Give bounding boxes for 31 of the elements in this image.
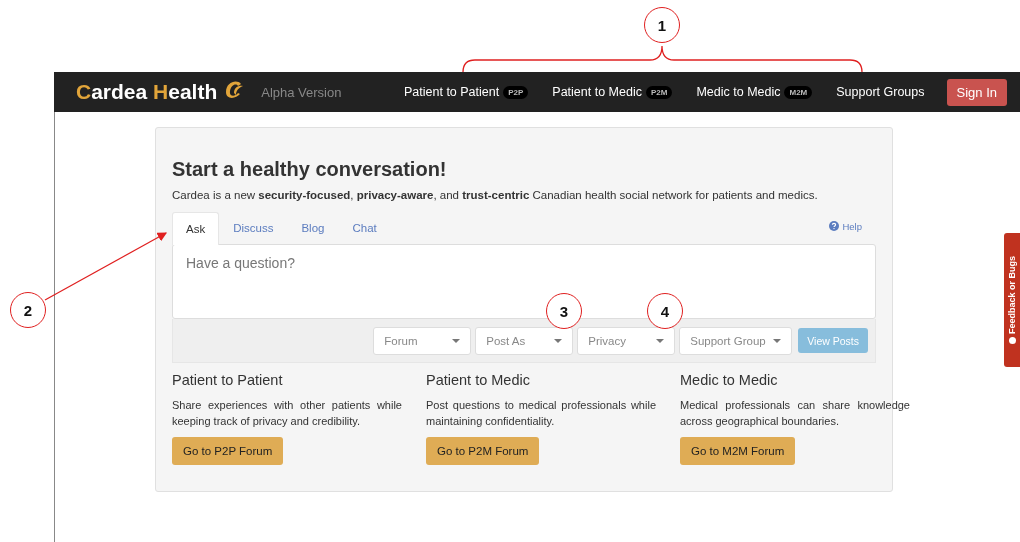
forum-button[interactable]: Go to M2M Forum	[680, 437, 796, 465]
nav-link[interactable]: Medic to Medic M2M	[684, 85, 825, 99]
nav-link[interactable]: Patient to Medic P2M	[540, 85, 685, 99]
section-description: Post questions to medical professionals while maintaining confidentiality.	[426, 398, 656, 429]
nav-link[interactable]: Support Groups	[824, 85, 937, 99]
callout-number: 1	[644, 7, 680, 43]
intro-paragraph: Cardea is a new security-focused, privacy-aware, and trust-centric Canadian health social network for patients and medics.	[172, 189, 819, 201]
help-link[interactable]: Help	[829, 220, 862, 232]
callout-number: 2	[10, 292, 46, 328]
section-heading: Patient to Patient	[172, 371, 284, 389]
version-label: Alpha Version	[261, 84, 342, 100]
section-description: Medical professionals can share knowledge across geographical boundaries.	[680, 398, 910, 429]
tab[interactable]: Discuss	[219, 211, 288, 244]
section-description: Share experiences with other patients while keeping track of privacy and credibility.	[172, 398, 402, 429]
filter-dropdown[interactable]: Forum	[373, 326, 472, 355]
forum-button[interactable]: Go to P2M Forum	[426, 437, 540, 465]
tab[interactable]: Chat	[338, 211, 391, 244]
tab[interactable]: Blog	[287, 211, 339, 244]
section-heading: Patient to Medic	[426, 371, 531, 389]
page-heading: Start a healthy conversation!	[172, 157, 448, 182]
nav-link[interactable]: Patient to Patient P2P	[392, 85, 541, 99]
filter-dropdown[interactable]: Privacy	[577, 326, 676, 355]
forum-button[interactable]: Go to P2P Forum	[172, 437, 284, 465]
tab[interactable]: Ask	[172, 212, 220, 245]
section-heading: Medic to Medic	[680, 371, 779, 389]
filter-dropdown[interactable]: Support Group	[679, 326, 793, 355]
logo-text[interactable]: Cardea Health	[76, 80, 218, 104]
sign-in-button[interactable]: Sign In	[946, 78, 1007, 106]
feedback-tab[interactable]: Feedback or Bugs	[1004, 233, 1020, 367]
help-icon	[829, 221, 840, 231]
filter-dropdown[interactable]: Post As	[475, 326, 574, 355]
